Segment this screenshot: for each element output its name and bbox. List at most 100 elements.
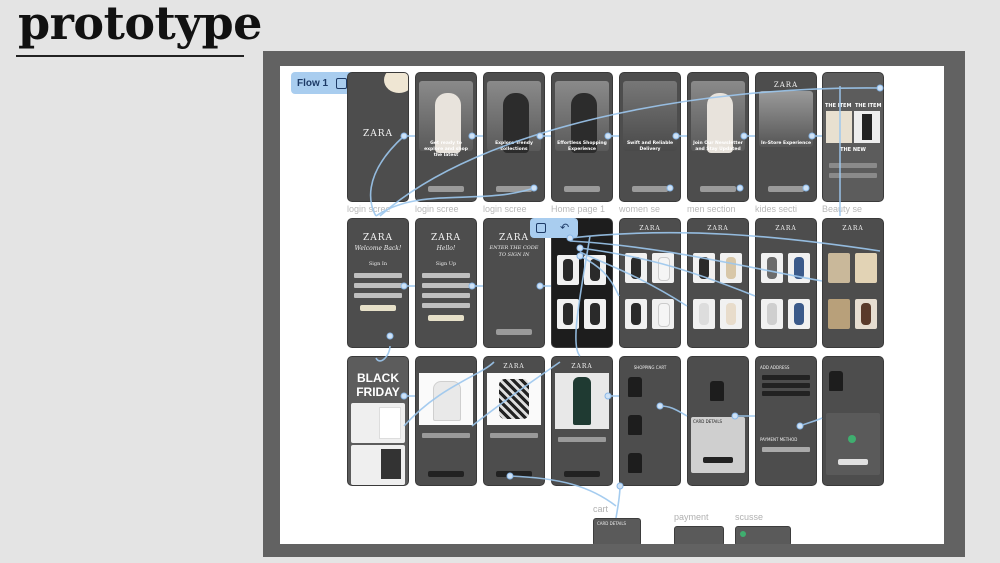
hello-heading: Hello! — [436, 245, 456, 252]
promo-card[interactable] — [351, 403, 405, 443]
splash-screen[interactable]: ZARA — [347, 72, 409, 202]
email-field[interactable] — [354, 273, 402, 278]
men-section-screen[interactable]: ZARA — [687, 218, 749, 348]
next-button[interactable] — [632, 186, 668, 192]
next-button[interactable] — [768, 186, 804, 192]
success-label: scusse — [735, 512, 764, 522]
product-card[interactable] — [584, 299, 606, 329]
next-button[interactable] — [428, 186, 464, 192]
next-button[interactable] — [700, 186, 736, 192]
signin-button[interactable] — [360, 305, 396, 311]
product-image-area — [555, 373, 609, 429]
name-field[interactable] — [422, 273, 470, 278]
product-detail-hoodie[interactable] — [415, 356, 477, 486]
product-card[interactable] — [788, 253, 810, 283]
shopping-cart-screen[interactable]: SHOPPING CART — [619, 356, 681, 486]
confirm-field[interactable] — [422, 303, 470, 308]
product-card[interactable] — [761, 253, 783, 283]
kids-section-screen[interactable]: ZARA — [755, 218, 817, 348]
brand-logo: ZARA — [503, 363, 525, 370]
brand-logo: ZARA — [362, 233, 394, 243]
product-card[interactable] — [828, 299, 850, 329]
signup-button[interactable] — [428, 315, 464, 321]
signup-heading: Sign Up — [435, 261, 457, 267]
cart-mini-frame[interactable]: CARD DETAILS — [593, 518, 641, 544]
flow-play-icon[interactable] — [336, 77, 348, 89]
field-3[interactable] — [354, 293, 402, 298]
product-card[interactable] — [693, 299, 715, 329]
onboarding-screen-3[interactable]: Effortless Shopping Experience — [551, 72, 613, 202]
product-detail-dress[interactable]: ZARA — [551, 356, 613, 486]
splash-accent — [384, 73, 408, 93]
cart-item-image — [628, 415, 642, 435]
add-to-cart-button[interactable] — [496, 471, 532, 477]
next-button[interactable] — [496, 186, 532, 192]
product-card[interactable] — [788, 299, 810, 329]
promo-image — [379, 407, 401, 439]
address-field[interactable] — [762, 383, 810, 388]
password-field[interactable] — [422, 293, 470, 298]
add-address-screen[interactable]: ADD ADDRESS PAYMENT METHOD — [755, 356, 817, 486]
product-card[interactable] — [855, 253, 877, 283]
product-image — [699, 303, 709, 325]
email-field[interactable] — [422, 283, 470, 288]
prototype-canvas[interactable]: Flow 1 ZARA Get ready to explore and sho… — [280, 66, 944, 544]
product-card[interactable] — [652, 299, 674, 329]
product-card[interactable] — [855, 299, 877, 329]
next-button[interactable] — [564, 186, 600, 192]
onboarding-text: Join Our Newsletter and Stay Updated — [693, 141, 743, 152]
add-to-cart-button[interactable] — [564, 471, 600, 477]
sign-in-screen[interactable]: ZARA Welcome Back! Sign In — [347, 218, 409, 348]
selection-toolbar[interactable]: ↶ — [530, 218, 578, 238]
onboarding-screen-1[interactable]: Get ready to explore and shop the latest — [415, 72, 477, 202]
confirm-button[interactable] — [838, 459, 868, 465]
address-field[interactable] — [762, 391, 810, 396]
product-card[interactable] — [557, 255, 579, 285]
store-logo: ZARA — [773, 81, 799, 89]
card-details-screen[interactable]: CARD DETAILS — [687, 356, 749, 486]
signin-heading: Sign In — [368, 261, 388, 267]
product-image — [767, 257, 777, 279]
product-card[interactable] — [625, 253, 647, 283]
title-underline — [16, 55, 244, 57]
sign-up-screen[interactable]: ZARA Hello! Sign Up — [415, 218, 477, 348]
product-card[interactable] — [625, 299, 647, 329]
hoodie-image — [433, 381, 461, 421]
success-mini-frame[interactable] — [735, 526, 791, 544]
dress-image — [573, 377, 591, 425]
brand-logo: ZARA — [571, 363, 593, 370]
frame-tool-icon[interactable] — [536, 223, 546, 233]
address-field[interactable] — [762, 375, 810, 380]
checkout-summary-screen[interactable] — [822, 356, 884, 486]
onboarding-screen-5[interactable]: Join Our Newsletter and Stay Updated — [687, 72, 749, 202]
product-card[interactable] — [720, 253, 742, 283]
product-card[interactable] — [828, 253, 850, 283]
product-image — [794, 257, 804, 279]
black-friday-screen[interactable]: BLACK FRIDAY — [347, 356, 409, 486]
product-card[interactable] — [693, 253, 715, 283]
flow-badge[interactable]: Flow 1 — [291, 72, 355, 94]
product-card[interactable] — [557, 299, 579, 329]
cart-item-image — [829, 371, 843, 391]
verify-button[interactable] — [496, 329, 532, 335]
product-detail-sweater[interactable]: ZARA — [483, 356, 545, 486]
add-to-cart-button[interactable] — [428, 471, 464, 477]
pay-button[interactable] — [703, 457, 733, 463]
payment-option[interactable] — [762, 447, 810, 452]
undo-icon[interactable]: ↶ — [560, 221, 569, 234]
product-card[interactable] — [720, 299, 742, 329]
payment-mini-frame[interactable] — [674, 526, 724, 544]
mini-card-heading: CARD DETAILS — [597, 521, 627, 526]
product-card[interactable] — [761, 299, 783, 329]
onboarding-screen-6[interactable]: ZARA In-Store Experience — [755, 72, 817, 202]
beauty-section-screen[interactable]: ZARA — [822, 218, 884, 348]
onboarding-screen-4[interactable]: Swift and Reliable Delivery — [619, 72, 681, 202]
password-field[interactable] — [354, 283, 402, 288]
promo-card[interactable] — [351, 445, 405, 485]
product-card[interactable] — [584, 255, 606, 285]
women-section-screen[interactable]: ZARA — [619, 218, 681, 348]
beauty-intro-screen[interactable]: THE ITEM THE ITEM THE NEW — [822, 72, 884, 202]
product-card[interactable] — [652, 253, 674, 283]
onboarding-screen-2[interactable]: Explore Trendy collections — [483, 72, 545, 202]
product-image — [631, 257, 641, 279]
